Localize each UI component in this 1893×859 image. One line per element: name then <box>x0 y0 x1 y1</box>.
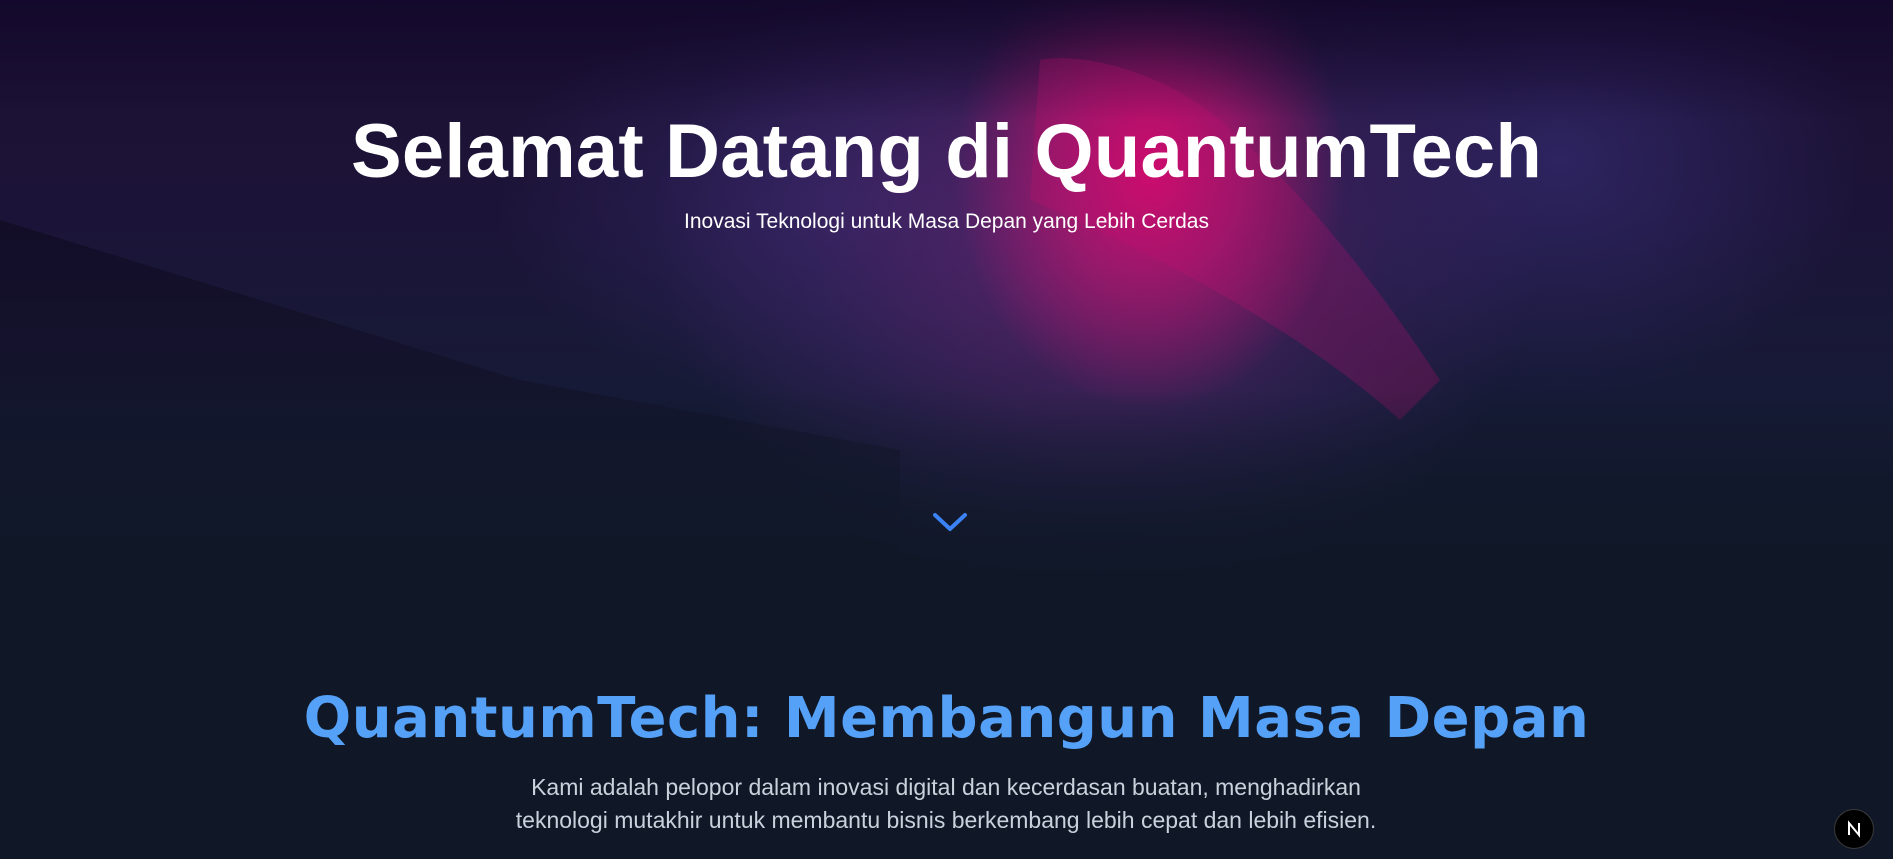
hero-fade <box>0 390 1893 610</box>
nextjs-dev-indicator-button[interactable] <box>1834 809 1874 849</box>
hero-section: Selamat Datang di QuantumTech Inovasi Te… <box>0 0 1893 610</box>
hero-subtitle: Inovasi Teknologi untuk Masa Depan yang … <box>684 210 1209 233</box>
about-description: Kami adalah pelopor dalam inovasi digita… <box>515 774 1377 833</box>
hero-title: Selamat Datang di QuantumTech <box>350 109 1543 194</box>
chevron-down-icon <box>933 513 967 531</box>
about-section: QuantumTech: Membangun Masa Depan Kami a… <box>0 610 1893 859</box>
about-title: QuantumTech: Membangun Masa Depan <box>303 686 1590 751</box>
page: Selamat Datang di QuantumTech Inovasi Te… <box>0 0 1893 859</box>
nextjs-logo-icon <box>1848 820 1860 838</box>
scroll-down-button[interactable] <box>930 506 970 538</box>
